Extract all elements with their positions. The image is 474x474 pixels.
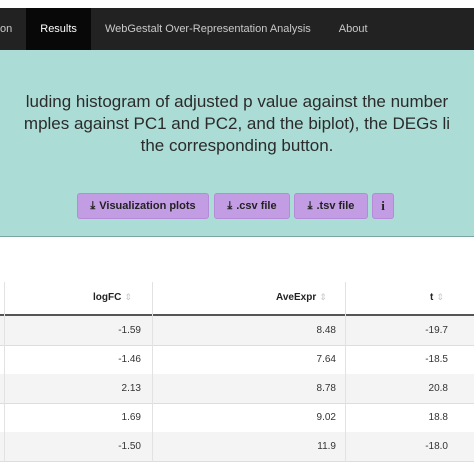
cell-aveexpr: 7.64 [316, 354, 336, 365]
column-header-aveexpr[interactable]: AveExpr ⇕ [276, 292, 327, 303]
cell-logfc: 1.69 [121, 412, 141, 423]
column-header-t-label: t [430, 292, 434, 303]
column-divider [4, 282, 5, 462]
sort-icon: ⇕ [124, 292, 132, 302]
info-icon: i [381, 198, 385, 213]
column-divider [152, 282, 153, 462]
info-button[interactable]: i [372, 193, 394, 219]
cell-t: 20.8 [428, 383, 448, 394]
table-header-row: logFC ⇕ AveExpr ⇕ t ⇕ [0, 282, 474, 316]
nav-item-truncated[interactable]: on [0, 8, 26, 50]
banner-text-line-2: mples against PC1 and PC2, and the biplo… [23, 114, 451, 133]
table-row[interactable]: 1.69 9.02 18.8 [0, 403, 474, 433]
results-banner: luding histogram of adjusted p value aga… [0, 50, 474, 236]
tsv-file-label: .tsv file [316, 200, 355, 212]
visualization-plots-label: Visualization plots [99, 200, 196, 212]
download-icon: ⤓ [90, 199, 96, 212]
table-row[interactable]: -1.46 7.64 -18.5 [0, 345, 474, 375]
top-navbar: on Results WebGestalt Over-Representatio… [0, 8, 474, 50]
table-row[interactable]: -1.59 8.48 -19.7 [0, 316, 474, 346]
column-header-aveexpr-label: AveExpr [276, 292, 317, 303]
table-row[interactable]: 2.13 8.78 20.8 [0, 374, 474, 404]
csv-file-label: .csv file [236, 200, 277, 212]
cell-t: 18.8 [428, 412, 448, 423]
cell-logfc: -1.46 [118, 354, 141, 365]
cell-t: -19.7 [425, 325, 448, 336]
tsv-file-button[interactable]: ⤓ .tsv file [294, 193, 368, 219]
banner-text-line-1: luding histogram of adjusted p value aga… [25, 92, 449, 111]
cell-logfc: -1.59 [118, 325, 141, 336]
cell-t: -18.5 [425, 354, 448, 365]
nav-item-webgestalt[interactable]: WebGestalt Over-Representation Analysis [91, 8, 325, 50]
column-divider [345, 282, 346, 462]
column-header-t[interactable]: t ⇕ [430, 292, 444, 303]
table-row[interactable]: -1.50 11.9 -18.0 [0, 432, 474, 462]
cell-aveexpr: 8.78 [316, 383, 336, 394]
cell-t: -18.0 [425, 441, 448, 452]
nav-item-results[interactable]: Results [26, 8, 91, 50]
nav-item-about[interactable]: About [325, 8, 382, 50]
column-header-logfc[interactable]: logFC ⇕ [93, 292, 132, 303]
download-button-group: ⤓ Visualization plots ⤓ .csv file ⤓ .tsv… [0, 193, 474, 219]
download-icon: ⤓ [227, 199, 233, 212]
cell-aveexpr: 8.48 [316, 325, 336, 336]
cell-aveexpr: 11.9 [317, 441, 336, 452]
csv-file-button[interactable]: ⤓ .csv file [214, 193, 290, 219]
section-divider [0, 236, 474, 237]
cell-logfc: -1.50 [118, 441, 141, 452]
column-header-logfc-label: logFC [93, 292, 122, 303]
banner-text-line-3: the corresponding button. [140, 136, 334, 155]
visualization-plots-button[interactable]: ⤓ Visualization plots [77, 193, 209, 219]
download-icon: ⤓ [307, 199, 313, 212]
cell-logfc: 2.13 [121, 383, 141, 394]
sort-icon: ⇕ [319, 292, 327, 302]
sort-icon: ⇕ [436, 292, 444, 302]
cell-aveexpr: 9.02 [316, 412, 336, 423]
